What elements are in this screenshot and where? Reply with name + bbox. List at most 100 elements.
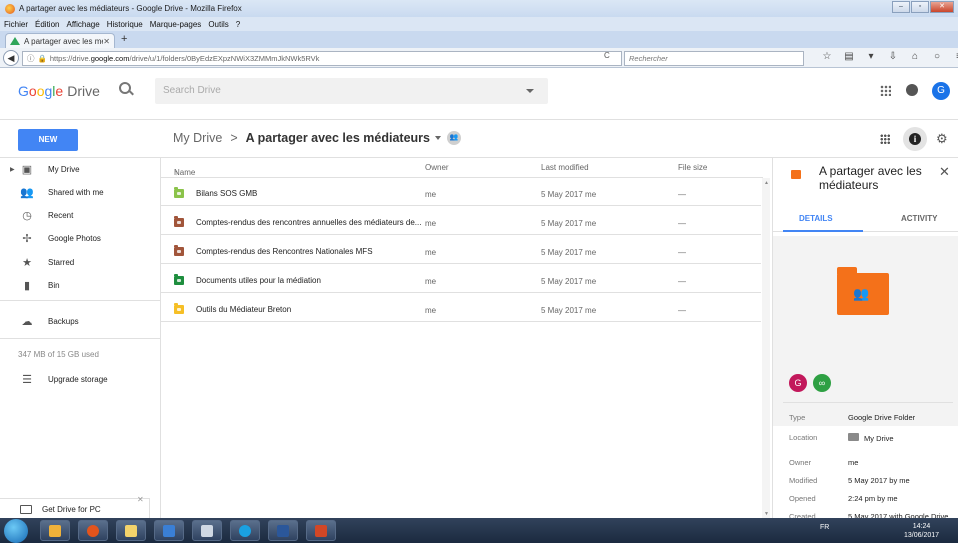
taskbar-powerpoint-button[interactable]	[306, 520, 336, 541]
taskbar-firefox-button[interactable]	[78, 520, 108, 541]
sync-icon[interactable]: ○	[928, 51, 946, 62]
maximize-button[interactable]: ▫	[911, 1, 929, 13]
close-details-icon[interactable]: ✕	[939, 164, 950, 180]
expand-arrow-icon[interactable]: ▶	[10, 166, 15, 173]
menu-edition[interactable]: Édition	[35, 20, 59, 29]
folder-icon	[848, 433, 859, 441]
tab-details[interactable]: DETAILS	[799, 214, 833, 223]
breadcrumb-my-drive[interactable]: My Drive	[173, 131, 222, 145]
sidebar-item-google-photos[interactable]: ✢ Google Photos	[0, 227, 160, 249]
search-options-chevron-icon[interactable]	[526, 89, 534, 93]
browser-search-input[interactable]: Rechercher	[624, 51, 804, 66]
input-language[interactable]: FR	[820, 524, 829, 531]
prop-opened-value: 2:24 pm by me	[848, 494, 898, 503]
shared-folder-icon	[174, 303, 184, 314]
scroll-down-arrow-icon[interactable]: ▼	[764, 511, 769, 517]
access-avatar[interactable]: G	[789, 374, 807, 392]
sidebar-item-recent[interactable]: ◷ Recent	[0, 204, 160, 226]
menu-fichier[interactable]: Fichier	[4, 20, 28, 29]
info-icon[interactable]: ⓘ	[27, 53, 35, 64]
table-row[interactable]: Outils du Médiateur Breton me 5 May 2017…	[161, 298, 761, 322]
sidebar-item-starred[interactable]: ★ Starred	[0, 251, 160, 273]
drive-icon: ▣	[21, 163, 33, 176]
menu-aide[interactable]: ?	[236, 20, 240, 29]
back-button[interactable]: ◀	[3, 50, 19, 66]
download-icon[interactable]: ⇩	[884, 51, 902, 62]
menu-affichage[interactable]: Affichage	[66, 20, 99, 29]
folder-menu-chevron-icon[interactable]	[434, 136, 441, 140]
view-details-info-icon[interactable]	[903, 127, 927, 151]
scroll-up-arrow-icon[interactable]: ▲	[764, 180, 769, 186]
prop-modified-label: Modified	[789, 476, 818, 485]
drive-search-input[interactable]: Search Drive	[155, 78, 548, 104]
storage-usage: 347 MB of 15 GB used	[18, 350, 99, 359]
tab-bar: A partager avec les médiat... ✕ +	[0, 31, 958, 48]
hamburger-menu-icon[interactable]: ≡	[950, 51, 958, 62]
browser-tab[interactable]: A partager avec les médiat... ✕	[5, 33, 115, 48]
search-icon[interactable]	[119, 82, 131, 94]
window-controls: – ▫ ✕	[891, 1, 954, 13]
apps-grid-icon[interactable]	[880, 85, 891, 96]
column-last-modified[interactable]: Last modified	[541, 163, 589, 172]
system-clock[interactable]: 14:24 13/06/2017	[904, 522, 939, 540]
start-button[interactable]	[4, 519, 28, 543]
prop-modified-value: 5 May 2017 by me	[848, 476, 910, 485]
new-button[interactable]: NEW	[18, 129, 78, 151]
google-drive-logo[interactable]: Google Drive	[18, 83, 100, 99]
windows-taskbar: FR 14:24 13/06/2017	[0, 518, 958, 543]
get-drive-for-pc[interactable]: Get Drive for PC ✕	[0, 495, 150, 520]
bookmark-star-icon[interactable]: ☆	[818, 51, 836, 62]
sidebar-item-backups[interactable]: ☁ Backups	[0, 310, 160, 332]
file-list-scrollbar[interactable]	[762, 178, 770, 518]
tab-activity[interactable]: ACTIVITY	[901, 214, 937, 223]
breadcrumb-current-folder[interactable]: A partager avec les médiateurs	[246, 131, 430, 145]
menu-historique[interactable]: Historique	[107, 20, 143, 29]
link-sharing-icon[interactable]: ∞	[813, 374, 831, 392]
table-row[interactable]: Documents utiles pour la médiation me 5 …	[161, 269, 761, 293]
drive-toolbar: NEW My Drive > A partager avec les média…	[0, 120, 958, 158]
home-icon[interactable]: ⌂	[906, 51, 924, 62]
dismiss-icon[interactable]: ✕	[137, 495, 144, 504]
column-owner[interactable]: Owner	[425, 163, 449, 172]
folder-icon	[125, 525, 137, 537]
large-shared-folder-icon: 👥	[837, 267, 889, 315]
url-bar[interactable]: ⓘ 🔒 https://drive. google.com/drive/u/1/f…	[22, 51, 622, 66]
close-window-button[interactable]: ✕	[930, 1, 954, 13]
taskbar-word-button[interactable]	[268, 520, 298, 541]
prop-type-label: Type	[789, 413, 806, 422]
grid-view-icon[interactable]	[880, 134, 890, 144]
url-host: google.com	[90, 54, 130, 63]
notifications-icon[interactable]	[906, 84, 918, 96]
sidebar-item-my-drive[interactable]: ▶ ▣ My Drive	[0, 158, 160, 180]
sidebar-divider	[0, 338, 160, 339]
minimize-button[interactable]: –	[892, 1, 910, 13]
table-row[interactable]: Bilans SOS GMB me 5 May 2017 me —	[161, 182, 761, 206]
clock-icon: ◷	[22, 209, 32, 222]
taskbar-skype-button[interactable]	[230, 520, 260, 541]
sidebar-item-bin[interactable]: ▮ Bin	[0, 274, 160, 296]
account-avatar[interactable]: G	[932, 82, 950, 100]
clock-time: 14:24	[912, 523, 931, 530]
window-titlebar: A partager avec les médiateurs - Google …	[0, 0, 958, 17]
firefox-icon	[5, 3, 15, 14]
menu-marque-pages[interactable]: Marque-pages	[150, 20, 202, 29]
star-icon: ★	[22, 256, 32, 269]
close-tab-icon[interactable]: ✕	[103, 37, 110, 46]
menu-outils[interactable]: Outils	[208, 20, 228, 29]
taskbar-app-button[interactable]	[154, 520, 184, 541]
taskbar-app-button[interactable]	[40, 520, 70, 541]
upgrade-storage-link[interactable]: ☰ Upgrade storage	[0, 368, 160, 390]
prop-location-value[interactable]: My Drive	[848, 433, 894, 443]
column-file-size[interactable]: File size	[678, 163, 707, 172]
pocket-icon[interactable]: ▾	[862, 51, 880, 62]
reload-icon[interactable]: C	[604, 51, 610, 60]
table-row[interactable]: Comptes-rendus des Rencontres Nationales…	[161, 240, 761, 264]
taskbar-app-button[interactable]	[192, 520, 222, 541]
sidebar-item-shared-with-me[interactable]: 👥 Shared with me	[0, 181, 160, 203]
shared-folder-icon	[174, 216, 184, 227]
new-tab-button[interactable]: +	[121, 33, 127, 45]
taskbar-explorer-button[interactable]	[116, 520, 146, 541]
clipboard-icon[interactable]: ▤	[840, 51, 858, 62]
settings-gear-icon[interactable]: ⚙	[936, 131, 948, 147]
table-row[interactable]: Comptes-rendus des rencontres annuelles …	[161, 211, 761, 235]
